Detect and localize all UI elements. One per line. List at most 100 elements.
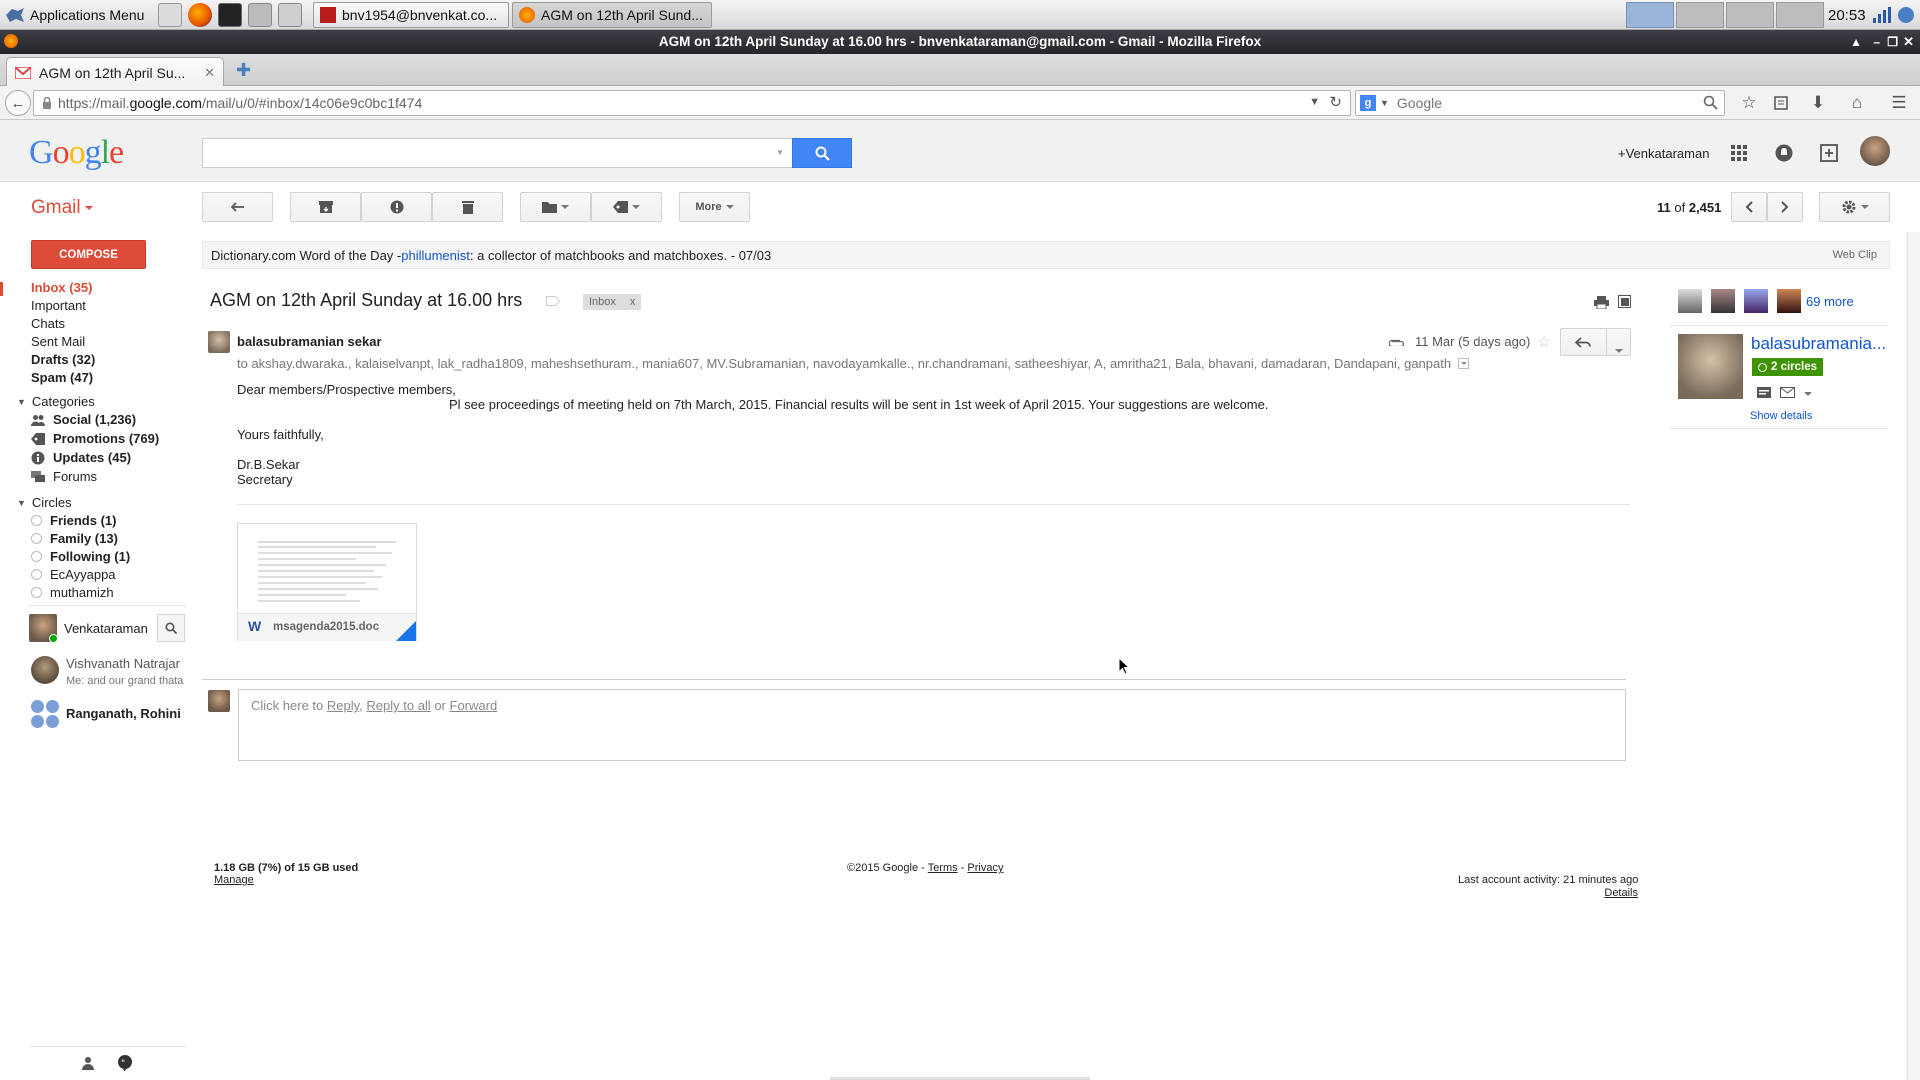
system-tray-icon[interactable] [1896, 5, 1916, 25]
activity-details-link[interactable]: Details [1604, 887, 1638, 899]
show-recipients-button[interactable] [1458, 358, 1469, 369]
firefox-launcher-icon[interactable] [188, 3, 212, 27]
reply-icon[interactable] [1575, 337, 1591, 348]
archive-button[interactable] [290, 192, 361, 222]
sidebar-circle-family[interactable]: Family (13) [31, 531, 118, 546]
move-to-button[interactable] [520, 192, 591, 222]
sidebar-item-social[interactable]: Social (1,236) [31, 412, 136, 427]
contact-name-link[interactable]: balasubramania... [1751, 334, 1886, 354]
participant-avatar[interactable] [1678, 289, 1702, 313]
sidebar-item-inbox[interactable]: Inbox (35) [31, 280, 92, 295]
google-plus-user-link[interactable]: +Venkataraman [1618, 146, 1709, 161]
back-icon[interactable]: ← [5, 90, 31, 116]
workspace-4[interactable] [1776, 2, 1824, 28]
importance-marker-icon[interactable] [546, 296, 560, 306]
workspace-3[interactable] [1726, 2, 1774, 28]
new-tab-icon[interactable]: ✚ [236, 61, 251, 79]
privacy-link[interactable]: Privacy [967, 862, 1003, 874]
hangout-name[interactable]: Vishvanath Natrajar [66, 656, 180, 671]
browser-tab-active[interactable]: AGM on 12th April Su... ✕ [6, 57, 224, 87]
google-engine-icon[interactable]: g [1360, 95, 1376, 111]
settings-button[interactable] [1819, 192, 1890, 222]
attachment-card[interactable]: W msagenda2015.doc [237, 523, 417, 641]
page-scrollbar[interactable] [1907, 232, 1920, 1080]
contact-photo[interactable] [1678, 334, 1743, 399]
search-bar[interactable]: g ▼ Google [1355, 90, 1725, 116]
sidebar-circle-ecayyappa[interactable]: EcAyyappa [31, 567, 116, 582]
contacts-person-icon[interactable] [81, 1056, 95, 1070]
message-date[interactable]: 11 Mar (5 days ago) [1415, 334, 1530, 349]
terms-link[interactable]: Terms [928, 862, 958, 874]
taskbar-task-firefox[interactable]: AGM on 12th April Sund... [512, 2, 712, 28]
clock[interactable]: 20:53 [1828, 2, 1866, 28]
terminal-launcher-icon[interactable] [218, 3, 242, 27]
participant-avatar[interactable] [1711, 289, 1735, 313]
hangout-avatar[interactable] [31, 656, 59, 684]
sidebar-item-chats[interactable]: Chats [31, 316, 65, 331]
hangouts-quote-icon[interactable]: " [117, 1055, 133, 1071]
printer-launcher-icon[interactable] [248, 3, 272, 27]
webclip-tag[interactable]: Web Clip [1833, 249, 1877, 261]
search-options-dropdown-icon[interactable]: ▼ [776, 148, 784, 157]
reply-link[interactable]: Reply [327, 698, 359, 713]
reply-all-link[interactable]: Reply to all [366, 698, 430, 713]
more-participants-link[interactable]: 69 more [1806, 294, 1854, 309]
contact-more-caret-icon[interactable] [1804, 392, 1812, 396]
sidebar-item-important[interactable]: Important [31, 298, 86, 313]
search-go-icon[interactable] [1703, 95, 1718, 110]
circles-badge[interactable]: 2 circles [1752, 358, 1824, 376]
new-window-icon[interactable] [1618, 295, 1631, 308]
sidebar-item-sent[interactable]: Sent Mail [31, 334, 85, 349]
window-minimize-icon[interactable]: – [1873, 30, 1880, 54]
report-spam-button[interactable] [361, 192, 432, 222]
workspace-switcher[interactable] [1626, 2, 1826, 28]
contact-email-icon[interactable] [1780, 387, 1795, 398]
sidebar-item-spam[interactable]: Spam (47) [31, 370, 93, 385]
sidebar-item-forums[interactable]: Forums [31, 469, 97, 484]
group-hangout-avatar[interactable] [31, 700, 60, 729]
taskbar-task-filezilla[interactable]: bnv1954@bnvenkat.co... [313, 2, 509, 28]
remove-label-x[interactable]: x [630, 296, 636, 308]
more-button[interactable]: More [679, 192, 750, 222]
sender-avatar[interactable] [208, 331, 230, 353]
files-launcher-icon[interactable] [158, 3, 182, 27]
hangouts-self-avatar[interactable] [29, 614, 58, 643]
sidebar-item-updates[interactable]: Updates (45) [31, 450, 131, 465]
workspace-2[interactable] [1676, 2, 1724, 28]
older-button[interactable] [1767, 192, 1803, 222]
delete-button[interactable] [432, 192, 503, 222]
sidebar-circle-muthamizh[interactable]: muthamizh [31, 585, 114, 600]
labels-button[interactable] [591, 192, 662, 222]
home-icon[interactable]: ⌂ [1846, 92, 1868, 114]
bookmark-star-icon[interactable]: ☆ [1738, 92, 1760, 114]
engine-dropdown-icon[interactable]: ▼ [1380, 98, 1389, 108]
sidebar-circle-following[interactable]: Following (1) [31, 549, 130, 564]
reply-more-caret-icon[interactable] [1615, 341, 1623, 356]
manage-storage-link[interactable]: Manage [214, 874, 254, 886]
google-logo[interactable]: Google [29, 134, 124, 172]
print-icon[interactable] [1594, 296, 1609, 309]
hangouts-self-name[interactable]: Venkataraman [64, 621, 148, 636]
webclip-word-link[interactable]: phillumenist [401, 248, 470, 263]
reply-split-button[interactable] [1560, 328, 1631, 356]
window-maximize-icon[interactable]: ❐ [1887, 30, 1898, 54]
applications-menu[interactable]: Applications Menu [4, 2, 144, 28]
menu-hamburger-icon[interactable]: ☰ [1888, 92, 1910, 114]
downloads-icon[interactable]: ⬇ [1807, 92, 1829, 114]
inbox-label-chip[interactable]: Inbox x [583, 294, 642, 310]
back-to-inbox-button[interactable] [202, 192, 273, 222]
account-avatar[interactable] [1860, 136, 1890, 166]
window-close-icon[interactable]: ✕ [1903, 30, 1914, 54]
window-firefox-icon[interactable] [4, 34, 18, 48]
hangouts-search-button[interactable] [157, 614, 185, 642]
mail-search-button[interactable] [792, 138, 852, 168]
logout-launcher-icon[interactable] [278, 3, 302, 27]
circles-header[interactable]: ▼ Circles [17, 495, 72, 510]
participant-avatar[interactable] [1777, 289, 1801, 313]
gmail-switcher[interactable]: Gmail [31, 197, 93, 219]
star-icon[interactable]: ☆ [1537, 332, 1551, 352]
window-shade-icon[interactable]: ▲ [1850, 30, 1862, 54]
categories-header[interactable]: ▼ Categories [17, 394, 95, 409]
reply-box[interactable]: Click here to Reply, Reply to all or For… [238, 689, 1626, 761]
hangout-name[interactable]: Ranganath, Rohini [66, 706, 181, 721]
